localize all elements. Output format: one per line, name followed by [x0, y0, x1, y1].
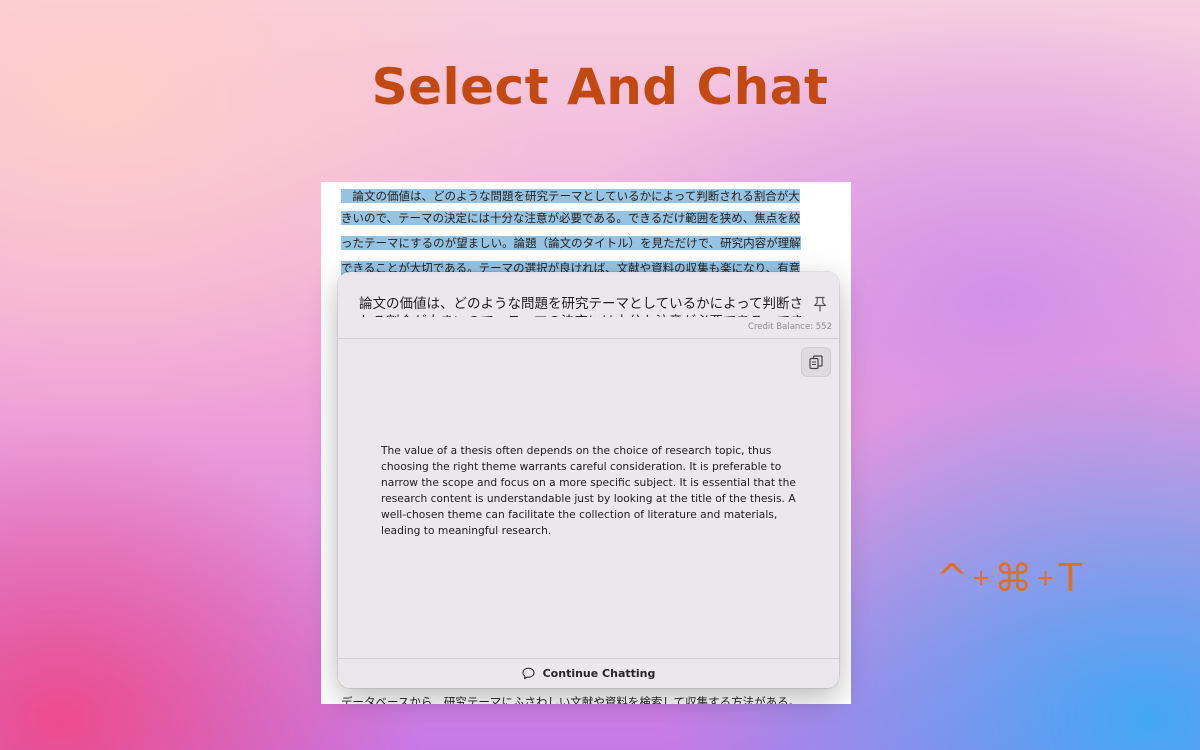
document-line: ったテーマにするのが望ましい。論題（論文のタイトル）を見ただけで、研究内容が理解: [341, 236, 801, 250]
copy-icon: [809, 354, 823, 369]
document-line: 論文の価値は、どのような問題を研究テーマとしているかによって判断される割合が大: [341, 189, 800, 203]
control-key: ^: [936, 556, 968, 600]
keyboard-shortcut: ^ + ⌘ + T: [936, 553, 1082, 603]
command-key: ⌘: [994, 556, 1033, 600]
document-line: きいので、テーマの決定には十分な注意が必要である。できるだけ範囲を狭め、焦点を絞: [341, 211, 801, 225]
t-key: T: [1058, 556, 1082, 600]
document-line: データベースから、研究テーマにふさわしい文献や資料を検索して収集する方法がある。: [341, 695, 801, 704]
continue-chatting-label: Continue Chatting: [542, 667, 656, 680]
answer-text: The value of a thesis often depends on t…: [381, 444, 796, 537]
copy-button[interactable]: [801, 347, 831, 377]
popup-header: 論文の価値は、どのような問題を研究テーマとしているかによって判断される割合が大き…: [338, 272, 839, 339]
plus-separator: +: [971, 565, 991, 591]
credit-balance: Credit Balance: 552: [748, 322, 832, 332]
headline: Select And Chat: [371, 58, 829, 116]
selected-text: 論文の価値は、どのような問題を研究テーマとしているかによって判断される割合が大き…: [359, 296, 804, 317]
pin-icon[interactable]: [813, 296, 827, 312]
plus-separator: +: [1036, 565, 1055, 591]
chat-bubble-icon: [522, 667, 535, 680]
chat-popup: 論文の価値は、どのような問題を研究テーマとしているかによって判断される割合が大き…: [338, 272, 839, 688]
continue-chatting-button[interactable]: Continue Chatting: [338, 658, 839, 688]
